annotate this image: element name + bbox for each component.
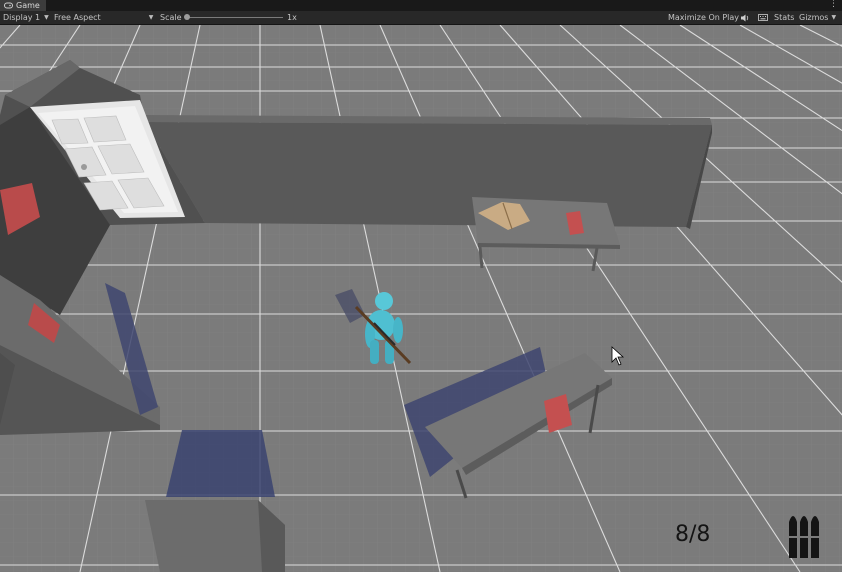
game-scene — [0, 25, 842, 572]
stats-button[interactable]: Stats — [774, 11, 794, 24]
more-options-icon[interactable]: ⋮ — [829, 0, 838, 11]
game-view-toolbar: Display 1 ▼ Free Aspect ▼ Scale 1x Maxim… — [0, 11, 842, 25]
scale-slider-track[interactable] — [187, 17, 283, 18]
chevron-down-icon: ▼ — [148, 14, 154, 21]
scale-label: Scale — [160, 13, 182, 22]
tab-label: Game — [16, 1, 40, 10]
chevron-down-icon: ▼ — [44, 14, 49, 21]
display-label: Display 1 — [3, 13, 41, 22]
gizmos-label: Gizmos — [799, 13, 829, 22]
aspect-label: Free Aspect — [54, 13, 101, 22]
scale-value: 1x — [287, 13, 297, 22]
ammo-counter: 8/8 — [675, 522, 711, 547]
game-viewport[interactable]: 8/8 — [0, 25, 842, 572]
editor-tab-bar: Game ⋮ — [0, 0, 842, 11]
display-dropdown[interactable]: Display 1 ▼ — [3, 11, 49, 24]
gizmos-dropdown[interactable]: Gizmos ▼ — [799, 11, 836, 24]
back-wall — [143, 115, 712, 229]
floor-crate — [145, 500, 285, 572]
keyboard-icon[interactable] — [758, 11, 768, 24]
aspect-dropdown[interactable]: Free Aspect ▼ — [54, 11, 153, 24]
gamepad-icon — [4, 2, 13, 9]
chevron-down-icon: ▼ — [831, 14, 837, 21]
mute-audio-icon[interactable] — [741, 11, 750, 24]
maximize-on-play-toggle[interactable]: Maximize On Play — [668, 11, 739, 24]
scale-slider-handle[interactable] — [184, 14, 190, 20]
tab-game[interactable]: Game — [0, 0, 46, 11]
